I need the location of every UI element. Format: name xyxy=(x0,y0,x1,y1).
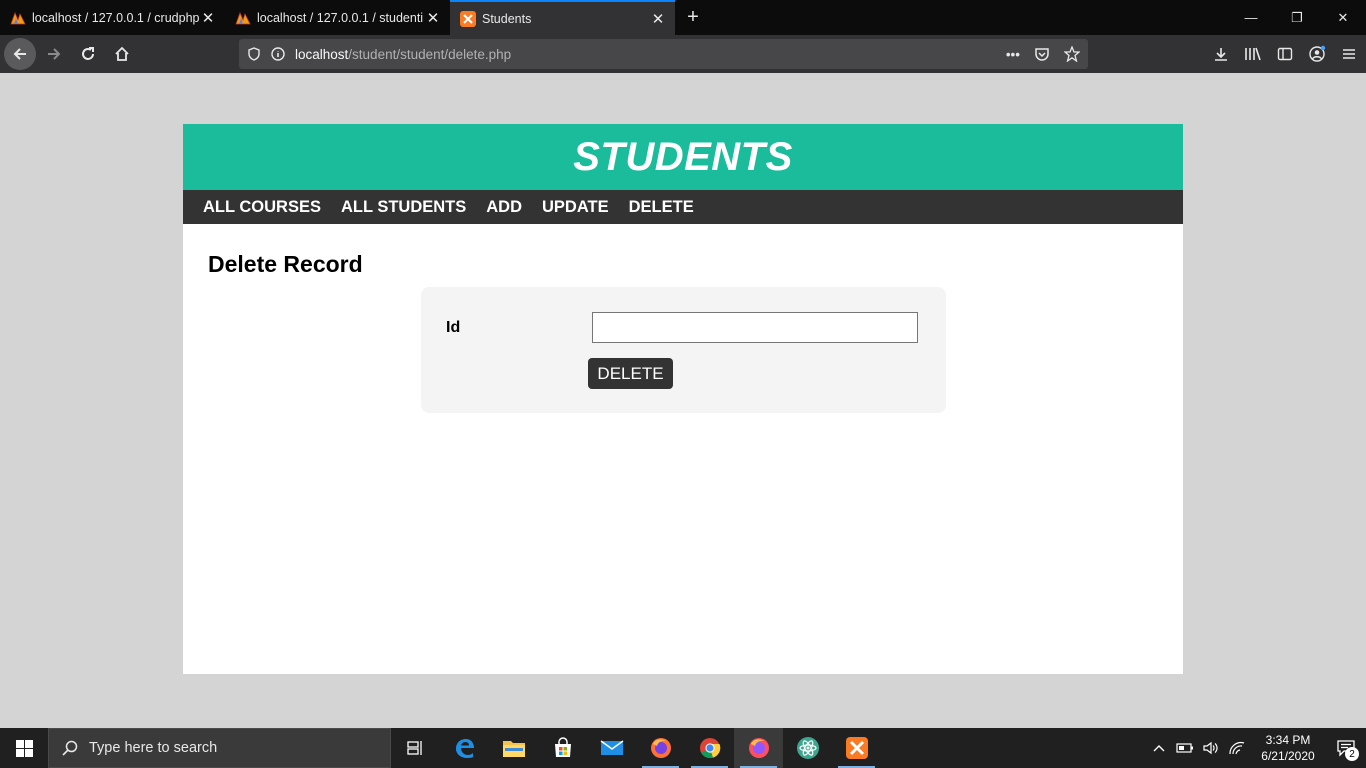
edge-icon[interactable] xyxy=(440,728,489,768)
store-icon[interactable] xyxy=(538,728,587,768)
window-controls: — ❐ ✕ xyxy=(1228,0,1366,35)
menu-link-all-students[interactable]: ALL STUDENTS xyxy=(331,198,476,217)
browser-nav-bar: localhost/student/student/delete.php ••• xyxy=(0,35,1366,73)
page-heading: Delete Record xyxy=(208,251,363,277)
tab-phpmyadmin-studentinfo[interactable]: localhost / 127.0.0.1 / studentin ✕ xyxy=(225,0,450,35)
browser-tab-strip: localhost / 127.0.0.1 / crudphp ✕ localh… xyxy=(0,0,1366,35)
shield-icon xyxy=(248,47,260,61)
arrow-left-icon xyxy=(13,48,26,60)
tab-title: Students xyxy=(482,11,532,26)
forward-button[interactable] xyxy=(38,38,70,70)
close-window-icon[interactable]: ✕ xyxy=(1320,0,1366,35)
firefox-icon[interactable] xyxy=(636,728,685,768)
battery-icon[interactable] xyxy=(1173,742,1197,754)
close-tab-icon[interactable]: ✕ xyxy=(424,9,442,27)
chevron-up-icon[interactable] xyxy=(1147,743,1171,753)
taskbar-clock[interactable]: 3:34 PM 6/21/2020 xyxy=(1250,732,1326,764)
main-menu: ALL COURSES ALL STUDENTS ADD UPDATE DELE… xyxy=(183,190,1183,224)
volume-icon[interactable] xyxy=(1199,741,1223,755)
downloads-icon[interactable] xyxy=(1210,43,1232,65)
task-view-icon[interactable] xyxy=(391,728,440,768)
menu-link-delete[interactable]: DELETE xyxy=(619,198,704,217)
menu-hamburger-icon[interactable] xyxy=(1338,43,1360,65)
menu-link-update[interactable]: UPDATE xyxy=(532,198,619,217)
sidebar-icon[interactable] xyxy=(1274,43,1296,65)
taskbar-search-box[interactable]: Type here to search xyxy=(48,728,391,768)
atom-icon[interactable] xyxy=(783,728,832,768)
phpmyadmin-icon xyxy=(235,11,251,24)
firefox-dev-icon[interactable] xyxy=(734,728,783,768)
library-icon[interactable] xyxy=(1242,43,1264,65)
page-container: STUDENTS ALL COURSES ALL STUDENTS ADD UP… xyxy=(183,124,1183,674)
action-center-button[interactable]: 2 xyxy=(1326,728,1366,768)
id-input[interactable] xyxy=(592,312,918,343)
clock-date: 6/21/2020 xyxy=(1261,749,1315,763)
close-tab-icon[interactable]: ✕ xyxy=(199,9,217,27)
delete-button[interactable]: DELETE xyxy=(588,358,673,389)
tab-title: localhost / 127.0.0.1 / crudphp xyxy=(32,10,199,25)
system-tray: 3:34 PM 6/21/2020 2 xyxy=(1146,728,1366,768)
page-viewport: STUDENTS ALL COURSES ALL STUDENTS ADD UP… xyxy=(0,73,1366,728)
reload-icon xyxy=(82,47,94,60)
windows-taskbar: Type here to search 3:34 PM 6/21/2020 2 xyxy=(0,728,1366,768)
start-button[interactable] xyxy=(0,728,48,768)
windows-logo-icon xyxy=(15,739,33,757)
home-button[interactable] xyxy=(106,38,138,70)
search-placeholder: Type here to search xyxy=(89,740,218,756)
close-tab-icon[interactable]: ✕ xyxy=(649,10,667,28)
new-tab-button[interactable]: + xyxy=(675,0,711,35)
delete-form: Id DELETE xyxy=(421,287,946,413)
search-icon xyxy=(62,740,78,756)
tab-students[interactable]: Students ✕ xyxy=(450,0,675,35)
chrome-icon[interactable] xyxy=(685,728,734,768)
pocket-icon[interactable] xyxy=(1034,46,1050,62)
xampp-icon xyxy=(460,10,476,27)
site-header: STUDENTS xyxy=(183,124,1183,190)
notification-count-badge: 2 xyxy=(1345,747,1359,761)
site-title: STUDENTS xyxy=(573,134,793,179)
address-bar[interactable]: localhost/student/student/delete.php ••• xyxy=(239,39,1088,69)
tab-phpmyadmin-crudphp[interactable]: localhost / 127.0.0.1 / crudphp ✕ xyxy=(0,0,225,35)
id-label: Id xyxy=(446,319,461,336)
back-button[interactable] xyxy=(4,38,36,70)
minimize-icon[interactable]: — xyxy=(1228,0,1274,35)
address-bar-actions: ••• xyxy=(1006,39,1080,69)
mail-icon[interactable] xyxy=(587,728,636,768)
wifi-icon[interactable] xyxy=(1225,741,1249,755)
home-icon xyxy=(115,46,129,61)
reload-button[interactable] xyxy=(72,38,104,70)
menu-link-all-courses[interactable]: ALL COURSES xyxy=(193,198,331,217)
file-explorer-icon[interactable] xyxy=(489,728,538,768)
tab-title: localhost / 127.0.0.1 / studentin xyxy=(257,10,424,25)
more-actions-icon[interactable]: ••• xyxy=(1006,47,1020,62)
url-host: localhost xyxy=(295,46,349,62)
phpmyadmin-icon xyxy=(10,11,26,24)
account-icon[interactable] xyxy=(1306,43,1328,65)
menu-link-add[interactable]: ADD xyxy=(476,198,532,217)
info-icon[interactable] xyxy=(271,47,285,61)
clock-time: 3:34 PM xyxy=(1265,733,1311,747)
arrow-right-icon xyxy=(48,48,61,60)
toolbar-right xyxy=(1210,35,1360,73)
taskbar-apps xyxy=(391,728,881,768)
url-path: /student/student/delete.php xyxy=(348,46,512,62)
restore-icon[interactable]: ❐ xyxy=(1274,0,1320,35)
xampp-icon[interactable] xyxy=(832,728,881,768)
bookmark-star-icon[interactable] xyxy=(1064,46,1080,62)
